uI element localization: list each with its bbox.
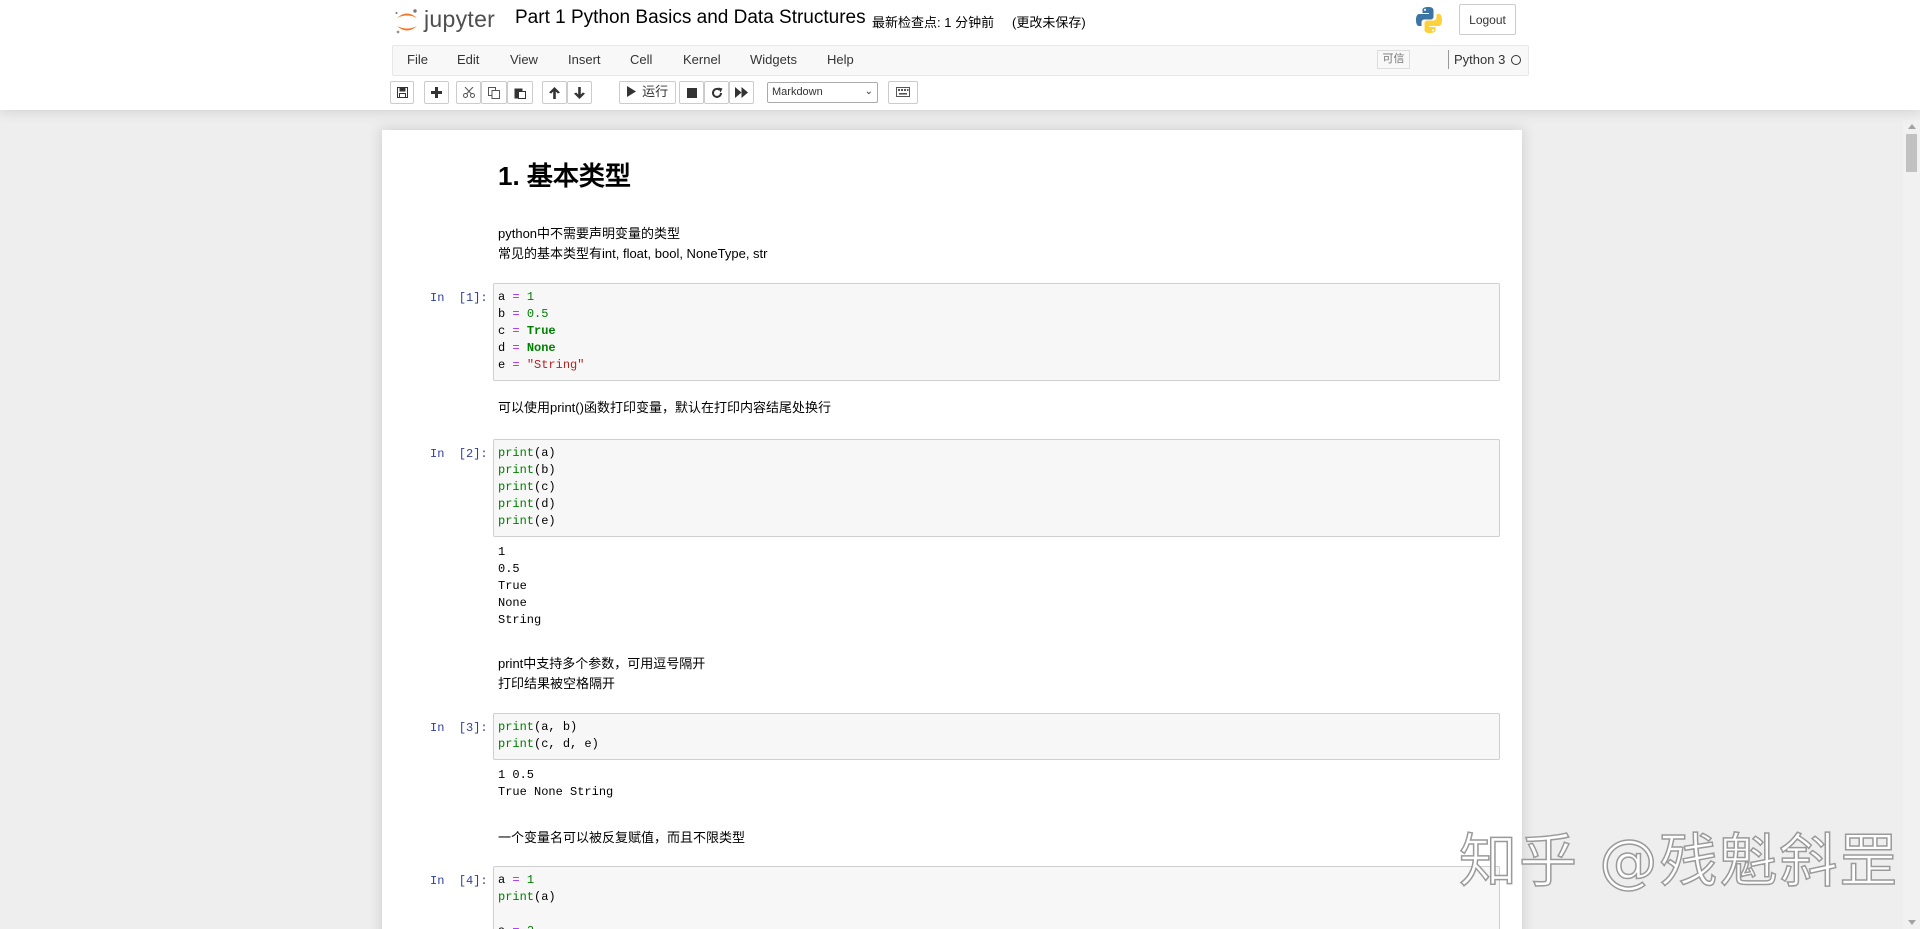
header-row: jupyter Part 1 Python Basics and Data St… bbox=[392, 0, 1529, 44]
markdown-cell-1[interactable]: python中不需要声明变量的类型 常见的基本类型有int, float, bo… bbox=[498, 224, 767, 264]
code-cell-1[interactable]: a = 1 b = 0.5 c = True d = None e = "Str… bbox=[493, 283, 1500, 381]
autosave-status: (更改未保存) bbox=[1012, 15, 1086, 30]
run-icon bbox=[627, 86, 636, 97]
input-prompt: In [4]: bbox=[430, 874, 488, 888]
input-prompt: In [3]: bbox=[430, 721, 488, 735]
scroll-up-arrow-icon[interactable] bbox=[1908, 124, 1916, 129]
fast-forward-icon bbox=[735, 87, 748, 98]
markdown-cell-4[interactable]: 一个变量名可以被反复赋值，而且不限类型 bbox=[498, 828, 745, 848]
cell-output-3: 1 0.5 True None String bbox=[498, 768, 614, 799]
kernel-name: Python 3 bbox=[1454, 52, 1506, 67]
arrow-up-icon bbox=[549, 87, 560, 99]
markdown-text: python中不需要声明变量的类型 bbox=[498, 226, 681, 241]
notebook-title[interactable]: Part 1 Python Basics and Data Structures bbox=[515, 7, 866, 29]
menu-edit[interactable]: Edit bbox=[457, 52, 479, 67]
markdown-cell-3[interactable]: print中支持多个参数，可用逗号隔开 打印结果被空格隔开 bbox=[498, 654, 705, 694]
restart-run-all-button[interactable] bbox=[729, 81, 754, 104]
menubar: File Edit View Insert Cell Kernel Widget… bbox=[392, 45, 1529, 76]
chevron-down-icon: ⌄ bbox=[864, 86, 873, 97]
cell-output-2: 1 0.5 True None String bbox=[498, 545, 542, 627]
markdown-text: 一个变量名可以被反复赋值，而且不限类型 bbox=[498, 830, 746, 845]
copy-icon bbox=[488, 87, 500, 99]
arrow-down-icon bbox=[574, 87, 585, 99]
page-scrollbar[interactable] bbox=[1903, 120, 1920, 929]
code-cell-2[interactable]: print(a) print(b) print(c) print(d) prin… bbox=[493, 439, 1500, 537]
plus-icon bbox=[431, 87, 442, 98]
notebook-header: jupyter Part 1 Python Basics and Data St… bbox=[0, 0, 1920, 110]
paste-button[interactable] bbox=[507, 81, 533, 104]
cut-icon bbox=[462, 87, 475, 98]
code-cell-4[interactable]: a = 1 print(a) a = 2 bbox=[493, 866, 1500, 929]
section-heading: 1. 基本类型 bbox=[498, 161, 631, 191]
notebook-container: 1. 基本类型 python中不需要声明变量的类型 常见的基本类型有int, f… bbox=[382, 130, 1522, 929]
markdown-text: print中支持多个参数，可用逗号隔开 bbox=[498, 656, 706, 671]
trusted-indicator[interactable]: 可信 bbox=[1377, 50, 1410, 69]
copy-button[interactable] bbox=[481, 81, 507, 104]
markdown-text: 打印结果被空格隔开 bbox=[498, 676, 616, 691]
run-button[interactable]: 运行 bbox=[619, 81, 676, 104]
watermark: 知乎 @残魁斜罡 bbox=[1458, 826, 1900, 896]
insert-cell-button[interactable] bbox=[424, 81, 449, 104]
logout-button[interactable]: Logout bbox=[1459, 4, 1516, 35]
code-cell-3[interactable]: print(a, b) print(c, d, e) bbox=[493, 713, 1500, 760]
cell-type-select[interactable]: Markdown ⌄ bbox=[767, 82, 878, 103]
command-palette-button[interactable] bbox=[888, 81, 918, 104]
jupyter-logo-text: jupyter bbox=[424, 6, 496, 32]
scroll-down-arrow-icon[interactable] bbox=[1908, 920, 1916, 925]
move-down-button[interactable] bbox=[567, 81, 592, 104]
menu-view[interactable]: View bbox=[510, 52, 538, 67]
paste-icon bbox=[514, 88, 526, 99]
kernel-idle-indicator-icon bbox=[1511, 55, 1521, 65]
keyboard-icon bbox=[896, 87, 910, 97]
markdown-cell-2[interactable]: 可以使用print()函数打印变量，默认在打印内容结尾处换行 bbox=[498, 398, 831, 418]
scrollbar-thumb[interactable] bbox=[1906, 134, 1917, 172]
save-button[interactable] bbox=[390, 81, 414, 104]
markdown-cell-heading[interactable]: 1. 基本类型 bbox=[498, 161, 631, 191]
cut-button[interactable] bbox=[456, 81, 481, 104]
input-prompt: In [1]: bbox=[430, 291, 488, 305]
checkpoint-status: 最新检查点: 1 分钟前 bbox=[872, 15, 995, 30]
markdown-text: 常见的基本类型有int, float, bool, NoneType, str bbox=[498, 246, 768, 261]
save-icon bbox=[396, 87, 408, 98]
jupyter-logo[interactable]: jupyter bbox=[394, 5, 524, 37]
markdown-text: 可以使用print()函数打印变量，默认在打印内容结尾处换行 bbox=[498, 400, 831, 415]
menu-widgets[interactable]: Widgets bbox=[750, 52, 797, 67]
stop-icon bbox=[686, 88, 697, 98]
menu-insert[interactable]: Insert bbox=[568, 52, 601, 67]
input-prompt: In [2]: bbox=[430, 447, 488, 461]
menu-cell[interactable]: Cell bbox=[630, 52, 652, 67]
restart-icon bbox=[711, 87, 722, 98]
move-up-button[interactable] bbox=[542, 81, 567, 104]
menu-kernel[interactable]: Kernel bbox=[683, 52, 721, 67]
interrupt-button[interactable] bbox=[679, 81, 704, 104]
kernel-separator bbox=[1448, 50, 1449, 69]
python-logo-icon bbox=[1414, 5, 1444, 35]
cell-type-value: Markdown bbox=[772, 86, 823, 98]
menu-file[interactable]: File bbox=[407, 52, 428, 67]
restart-button[interactable] bbox=[704, 81, 729, 104]
toolbar: 运行 Markdown ⌄ bbox=[388, 80, 1529, 107]
jupyter-logo-icon bbox=[395, 9, 417, 34]
run-label: 运行 bbox=[642, 84, 669, 99]
menu-help[interactable]: Help bbox=[827, 52, 854, 67]
